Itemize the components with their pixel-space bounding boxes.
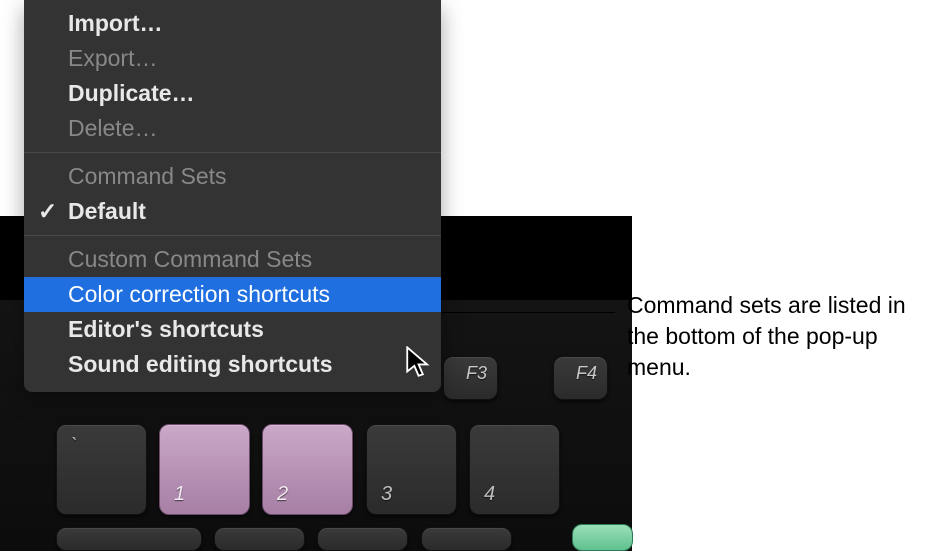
menu-header-custom-command-sets: Custom Command Sets <box>24 242 441 277</box>
key-4-label: 4 <box>484 483 495 506</box>
key-f3-label: F3 <box>466 363 487 384</box>
menu-separator <box>24 152 441 153</box>
key-row2-fragment-1[interactable] <box>56 527 202 551</box>
menu-item-sound-editing-shortcuts[interactable]: Sound editing shortcuts <box>24 347 441 382</box>
checkmark-icon: ✓ <box>38 196 68 227</box>
key-backtick[interactable]: ` <box>56 424 147 515</box>
key-row2-fragment-3[interactable] <box>317 527 408 551</box>
menu-item-duplicate[interactable]: Duplicate… <box>24 76 441 111</box>
menu-item-duplicate-label: Duplicate… <box>68 78 423 109</box>
menu-item-delete-label: Delete… <box>68 113 423 144</box>
menu-header-custom-label: Custom Command Sets <box>68 244 423 275</box>
menu-item-custom-2-label: Sound editing shortcuts <box>68 349 423 380</box>
menu-item-color-correction-shortcuts[interactable]: Color correction shortcuts <box>24 277 441 312</box>
key-f4-label: F4 <box>576 363 597 384</box>
command-sets-popup-menu: Import… Export… Duplicate… Delete… Comma… <box>24 0 441 392</box>
menu-item-import[interactable]: Import… <box>24 6 441 41</box>
menu-item-export-label: Export… <box>68 43 423 74</box>
key-2-label: 2 <box>277 483 288 506</box>
menu-header-command-sets-label: Command Sets <box>68 161 423 192</box>
key-backtick-label: ` <box>71 435 78 458</box>
menu-item-default[interactable]: ✓ Default <box>24 194 441 229</box>
key-1-label: 1 <box>174 483 185 506</box>
menu-item-custom-1-label: Editor's shortcuts <box>68 314 423 345</box>
menu-header-command-sets: Command Sets <box>24 159 441 194</box>
menu-separator <box>24 235 441 236</box>
annotation-text: Command sets are listed in the bottom of… <box>627 290 927 383</box>
key-2[interactable]: 2 <box>262 424 353 515</box>
key-1[interactable]: 1 <box>159 424 250 515</box>
key-f3[interactable]: F3 <box>443 356 498 400</box>
menu-item-delete: Delete… <box>24 111 441 146</box>
key-3[interactable]: 3 <box>366 424 457 515</box>
menu-item-custom-0-label: Color correction shortcuts <box>68 279 423 310</box>
key-3-label: 3 <box>381 483 392 506</box>
menu-item-default-label: Default <box>68 196 423 227</box>
key-green-fragment[interactable] <box>572 524 633 551</box>
key-4[interactable]: 4 <box>469 424 560 515</box>
key-row2-fragment-2[interactable] <box>214 527 305 551</box>
key-row2-fragment-4[interactable] <box>421 527 512 551</box>
menu-item-editors-shortcuts[interactable]: Editor's shortcuts <box>24 312 441 347</box>
menu-item-import-label: Import… <box>68 8 423 39</box>
menu-item-export: Export… <box>24 41 441 76</box>
annotation-leader-line <box>442 312 615 313</box>
key-f4[interactable]: F4 <box>553 356 608 400</box>
